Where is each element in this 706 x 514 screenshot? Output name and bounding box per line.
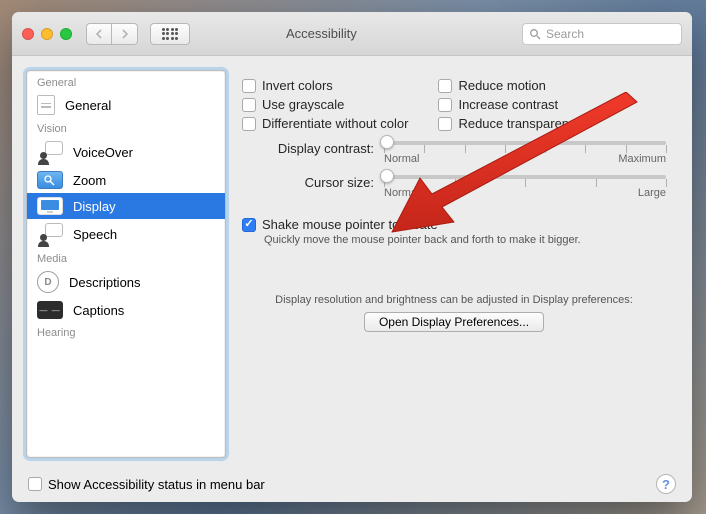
sidebar-item-label: General — [65, 98, 111, 113]
general-icon — [37, 95, 55, 115]
checkbox-icon — [438, 117, 452, 131]
show-all-button[interactable] — [150, 23, 190, 45]
cursor-size-slider[interactable]: Normal Large — [384, 175, 666, 199]
captions-icon: — — — [37, 301, 63, 319]
checkbox-icon — [242, 117, 256, 131]
voiceover-icon — [37, 141, 63, 163]
checkbox-label: Invert colors — [262, 78, 333, 93]
forward-button[interactable] — [112, 23, 138, 45]
shake-hint: Quickly move the mouse pointer back and … — [264, 234, 666, 246]
cursor-size-row: Cursor size: Normal Large — [262, 175, 666, 199]
window-title: Accessibility — [286, 26, 357, 41]
sidebar-item-general[interactable]: General — [27, 91, 225, 119]
footer-note: Display resolution and brightness can be… — [242, 294, 666, 306]
display-contrast-slider[interactable]: Normal Maximum — [384, 141, 666, 165]
sidebar-item-display[interactable]: Display — [27, 193, 225, 219]
checkbox-icon — [28, 477, 42, 491]
bottom-bar: Show Accessibility status in menu bar ? — [12, 466, 692, 502]
speech-icon — [37, 223, 63, 245]
descriptions-icon: D — [37, 271, 59, 293]
back-button[interactable] — [86, 23, 112, 45]
sidebar-item-descriptions[interactable]: D Descriptions — [27, 267, 225, 297]
checkbox-reduce-motion[interactable]: Reduce motion — [438, 78, 582, 93]
section-vision: Vision — [27, 119, 225, 137]
checkbox-use-grayscale[interactable]: Use grayscale — [242, 97, 408, 112]
nav-buttons — [86, 23, 138, 45]
checkbox-invert-colors[interactable]: Invert colors — [242, 78, 408, 93]
minimize-icon[interactable] — [41, 28, 53, 40]
checkbox-icon — [438, 79, 452, 93]
sidebar[interactable]: General General Vision VoiceOver Zoom — [26, 70, 226, 458]
slider-min-label: Normal — [384, 187, 419, 199]
help-button[interactable]: ? — [656, 474, 676, 494]
checkbox-diff-without-color[interactable]: Differentiate without color — [242, 116, 408, 131]
preferences-window: Accessibility Search General General Vis… — [12, 12, 692, 502]
content-area: General General Vision VoiceOver Zoom — [12, 56, 692, 466]
search-placeholder: Search — [546, 27, 584, 41]
display-contrast-row: Display contrast: Normal Maximum — [262, 141, 666, 165]
checkbox-increase-contrast[interactable]: Increase contrast — [438, 97, 582, 112]
checkbox-icon — [438, 98, 452, 112]
slider-max-label: Maximum — [618, 153, 666, 165]
checkbox-shake-pointer[interactable]: Shake mouse pointer to locate — [242, 217, 666, 232]
section-hearing: Hearing — [27, 323, 225, 341]
titlebar: Accessibility Search — [12, 12, 692, 56]
search-icon — [529, 28, 541, 40]
zoom-icon — [37, 171, 63, 189]
checkbox-status-menubar[interactable]: Show Accessibility status in menu bar — [28, 477, 265, 492]
sidebar-item-label: Speech — [73, 227, 117, 242]
sidebar-item-label: Zoom — [73, 173, 106, 188]
cursor-size-label: Cursor size: — [262, 175, 374, 190]
checkbox-label: Reduce motion — [458, 78, 545, 93]
checkbox-label: Shake mouse pointer to locate — [262, 217, 438, 232]
close-icon[interactable] — [22, 28, 34, 40]
slider-thumb[interactable] — [380, 135, 394, 149]
slider-thumb[interactable] — [380, 169, 394, 183]
sidebar-item-captions[interactable]: — — Captions — [27, 297, 225, 323]
checkbox-label: Differentiate without color — [262, 116, 408, 131]
search-input[interactable]: Search — [522, 23, 682, 45]
checkbox-reduce-transparency[interactable]: Reduce transparency — [438, 116, 582, 131]
sidebar-item-label: VoiceOver — [73, 145, 133, 160]
checkbox-icon — [242, 79, 256, 93]
grid-icon — [162, 28, 179, 40]
settings-panel: Invert colors Use grayscale Differentiat… — [238, 70, 678, 458]
window-controls — [22, 28, 72, 40]
slider-min-label: Normal — [384, 153, 419, 165]
checkbox-icon — [242, 98, 256, 112]
slider-max-label: Large — [638, 187, 666, 199]
section-media: Media — [27, 249, 225, 267]
checkbox-label: Show Accessibility status in menu bar — [48, 477, 265, 492]
sidebar-item-label: Captions — [73, 303, 124, 318]
sidebar-item-label: Descriptions — [69, 275, 141, 290]
sidebar-item-label: Display — [73, 199, 116, 214]
sidebar-item-zoom[interactable]: Zoom — [27, 167, 225, 193]
display-contrast-label: Display contrast: — [262, 141, 374, 156]
fullscreen-icon[interactable] — [60, 28, 72, 40]
sidebar-item-speech[interactable]: Speech — [27, 219, 225, 249]
checkbox-icon — [242, 218, 256, 232]
section-general: General — [27, 73, 225, 91]
open-display-prefs-button[interactable]: Open Display Preferences... — [364, 312, 544, 332]
checkbox-label: Use grayscale — [262, 97, 344, 112]
display-icon — [37, 197, 63, 215]
checkbox-label: Increase contrast — [458, 97, 558, 112]
sidebar-item-voiceover[interactable]: VoiceOver — [27, 137, 225, 167]
checkbox-label: Reduce transparency — [458, 116, 582, 131]
